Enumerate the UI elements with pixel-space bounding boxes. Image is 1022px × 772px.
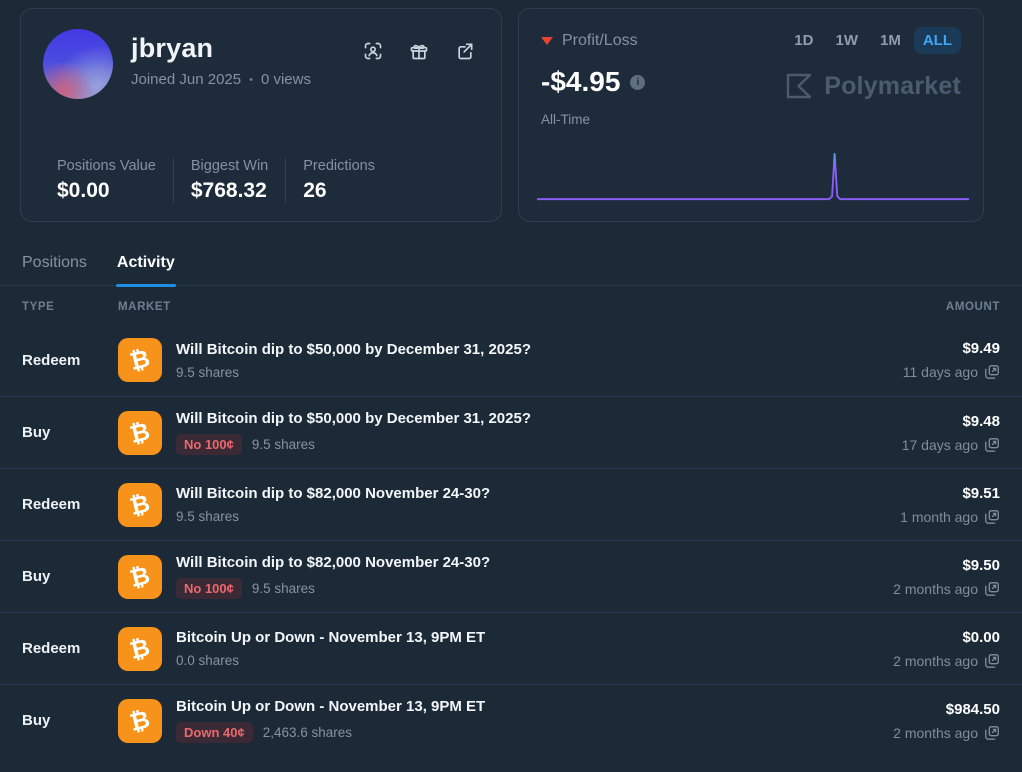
polymarket-logo-icon [784, 71, 814, 101]
activity-type: Buy [22, 568, 118, 585]
gift-icon[interactable] [409, 41, 429, 61]
table-row[interactable]: Redeem ₿ Will Bitcoin dip to $50,000 by … [0, 324, 1022, 396]
tx-link-icon[interactable] [984, 653, 1000, 669]
shares-count: 0.0 shares [176, 653, 239, 668]
face-scan-icon[interactable] [363, 41, 383, 61]
amount-value: $9.49 [903, 340, 1000, 357]
avatar [43, 29, 113, 99]
table-row[interactable]: Redeem ₿ Bitcoin Up or Down - November 1… [0, 612, 1022, 684]
market-title[interactable]: Will Bitcoin dip to $50,000 by December … [176, 410, 531, 427]
timestamp: 2 months ago [893, 725, 978, 741]
activity-type: Redeem [22, 352, 118, 369]
tx-link-icon[interactable] [984, 437, 1000, 453]
table-header: TYPE MARKET AMOUNT [0, 286, 1022, 324]
header-market: MARKET [118, 301, 946, 313]
tab-bar: Positions Activity [0, 248, 1022, 286]
activity-type: Redeem [22, 496, 118, 513]
pl-sparkline [537, 151, 969, 203]
stat-label: Predictions [303, 158, 375, 174]
table-row[interactable]: Buy ₿ Will Bitcoin dip to $50,000 by Dec… [0, 396, 1022, 468]
market-title[interactable]: Will Bitcoin dip to $50,000 by December … [176, 341, 531, 358]
market-title[interactable]: Will Bitcoin dip to $82,000 November 24-… [176, 554, 490, 571]
activity-type: Redeem [22, 640, 118, 657]
activity-type: Buy [22, 712, 118, 729]
timestamp: 17 days ago [902, 437, 978, 453]
views-count: 0 views [261, 71, 311, 88]
amount-value: $9.48 [902, 413, 1000, 430]
profile-card: jbryan Joined Jun 2025 • 0 views [20, 8, 502, 222]
stat-value: $768.32 [191, 179, 268, 203]
market-title[interactable]: Bitcoin Up or Down - November 13, 9PM ET [176, 698, 485, 715]
table-row[interactable]: Buy ₿ Will Bitcoin dip to $82,000 Novemb… [0, 540, 1022, 612]
market-title[interactable]: Will Bitcoin dip to $82,000 November 24-… [176, 485, 490, 502]
time-range-selector: 1D 1W 1M ALL [785, 27, 961, 54]
market-bitcoin-icon: ₿ [118, 627, 162, 671]
polymarket-watermark: Polymarket [784, 71, 961, 101]
range-1m[interactable]: 1M [871, 27, 910, 54]
activity-type: Buy [22, 424, 118, 441]
tab-positions[interactable]: Positions [22, 248, 87, 285]
market-bitcoin-icon: ₿ [118, 338, 162, 382]
shares-count: 9.5 shares [252, 437, 315, 452]
tx-link-icon[interactable] [984, 364, 1000, 380]
market-title[interactable]: Bitcoin Up or Down - November 13, 9PM ET [176, 629, 485, 646]
profile-actions [363, 41, 475, 61]
profit-loss-value: -$4.95 [541, 66, 620, 98]
profit-loss-card: Profit/Loss 1D 1W 1M ALL -$4.95 i Polyma… [518, 8, 984, 222]
tab-activity[interactable]: Activity [117, 248, 175, 285]
amount-value: $0.00 [893, 629, 1000, 646]
activity-table: TYPE MARKET AMOUNT Redeem ₿ Will Bitcoin… [0, 286, 1022, 756]
market-bitcoin-icon: ₿ [118, 555, 162, 599]
table-row[interactable]: Buy ₿ Bitcoin Up or Down - November 13, … [0, 684, 1022, 756]
range-1d[interactable]: 1D [785, 27, 822, 54]
profile-stats: Positions Value $0.00 Biggest Win $768.3… [57, 158, 392, 203]
market-bitcoin-icon: ₿ [118, 411, 162, 455]
timestamp: 2 months ago [893, 653, 978, 669]
top-cards: jbryan Joined Jun 2025 • 0 views [0, 0, 1022, 222]
joined-date: Joined Jun 2025 [131, 71, 241, 88]
shares-count: 9.5 shares [176, 365, 239, 380]
stat-label: Positions Value [57, 158, 156, 174]
info-icon[interactable]: i [630, 75, 645, 90]
amount-value: $984.50 [893, 701, 1000, 718]
market-bitcoin-icon: ₿ [118, 699, 162, 743]
stat-label: Biggest Win [191, 158, 268, 174]
stat-biggest-win: Biggest Win $768.32 [173, 158, 285, 203]
timestamp: 1 month ago [900, 509, 978, 525]
outcome-badge: Down 40¢ [176, 722, 253, 743]
header-amount: AMOUNT [946, 301, 1000, 313]
polymarket-wordmark: Polymarket [824, 72, 961, 101]
tx-link-icon[interactable] [984, 509, 1000, 525]
external-link-icon[interactable] [455, 41, 475, 61]
table-row[interactable]: Redeem ₿ Will Bitcoin dip to $82,000 Nov… [0, 468, 1022, 540]
outcome-badge: No 100¢ [176, 434, 242, 455]
username: jbryan [131, 33, 311, 64]
timestamp: 2 months ago [893, 581, 978, 597]
tx-link-icon[interactable] [984, 581, 1000, 597]
profile-header: jbryan Joined Jun 2025 • 0 views [43, 29, 479, 99]
range-1w[interactable]: 1W [826, 27, 867, 54]
tx-link-icon[interactable] [984, 725, 1000, 741]
amount-value: $9.51 [900, 485, 1000, 502]
loss-triangle-icon [541, 37, 553, 45]
timestamp: 11 days ago [903, 364, 978, 380]
amount-value: $9.50 [893, 557, 1000, 574]
shares-count: 9.5 shares [176, 509, 239, 524]
range-all[interactable]: ALL [914, 27, 961, 54]
header-type: TYPE [22, 301, 118, 313]
shares-count: 9.5 shares [252, 581, 315, 596]
stat-positions-value: Positions Value $0.00 [57, 158, 173, 203]
stat-value: $0.00 [57, 179, 156, 203]
period-label: All-Time [541, 112, 961, 127]
profile-subtitle: Joined Jun 2025 • 0 views [131, 71, 311, 88]
profit-loss-label: Profit/Loss [541, 32, 638, 50]
outcome-badge: No 100¢ [176, 578, 242, 599]
market-bitcoin-icon: ₿ [118, 483, 162, 527]
stat-predictions: Predictions 26 [285, 158, 392, 203]
shares-count: 2,463.6 shares [263, 725, 352, 740]
stat-value: 26 [303, 179, 375, 203]
separator-dot: • [249, 74, 253, 86]
